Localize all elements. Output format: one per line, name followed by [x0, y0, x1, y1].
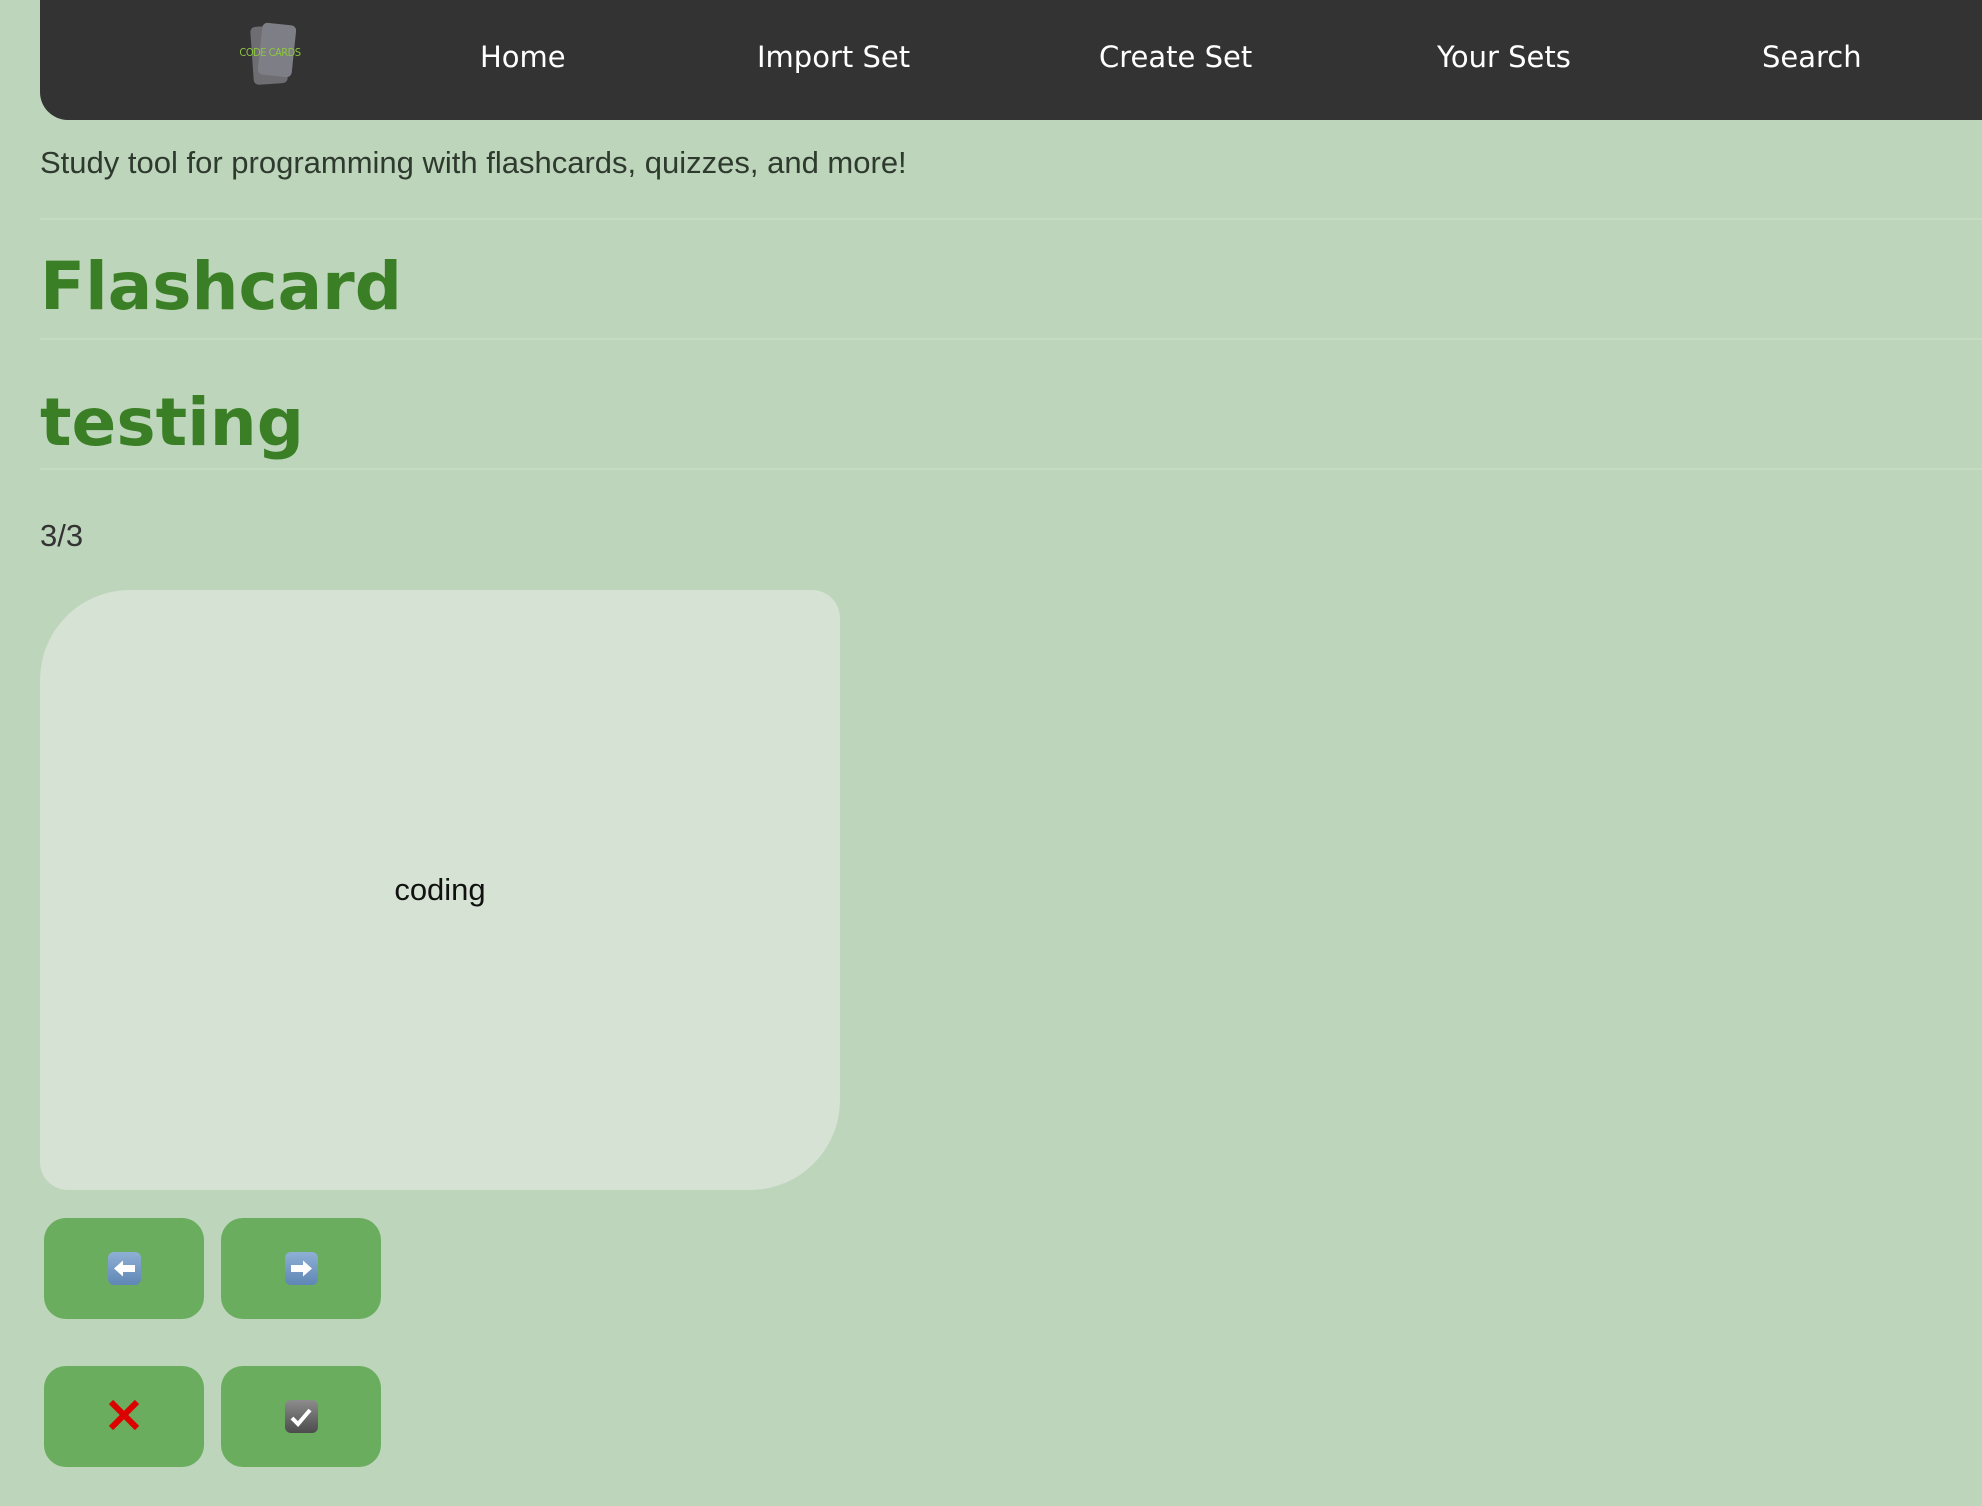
nav-home[interactable]: Home [480, 40, 566, 74]
code-cards-logo[interactable]: CODE CARDS [230, 20, 310, 90]
divider [40, 468, 1982, 470]
nav-search[interactable]: Search [1762, 40, 1862, 74]
divider [40, 338, 1982, 340]
nav-your-sets[interactable]: Your Sets [1437, 40, 1571, 74]
cross-mark-icon [106, 1397, 142, 1436]
card-counter: 3/3 [40, 518, 84, 553]
logo-text: CODE CARDS [239, 46, 301, 59]
arrow-left-icon [107, 1252, 141, 1285]
previous-card-button[interactable] [44, 1218, 204, 1319]
flashcard-text: coding [394, 872, 486, 907]
nav-create-set[interactable]: Create Set [1099, 40, 1252, 74]
tagline: Study tool for programming with flashcar… [40, 145, 907, 180]
check-mark-icon [284, 1400, 318, 1433]
mark-correct-button[interactable] [221, 1366, 381, 1467]
divider [40, 218, 1982, 220]
navbar: CODE CARDS Home Import Set Create Set Yo… [40, 0, 1982, 120]
arrow-right-icon [284, 1252, 318, 1285]
mark-wrong-button[interactable] [44, 1366, 204, 1467]
page-title: Flashcard [40, 248, 402, 325]
set-title: testing [40, 384, 304, 461]
next-card-button[interactable] [221, 1218, 381, 1319]
flashcard[interactable]: coding [40, 590, 840, 1190]
nav-import-set[interactable]: Import Set [757, 40, 910, 74]
